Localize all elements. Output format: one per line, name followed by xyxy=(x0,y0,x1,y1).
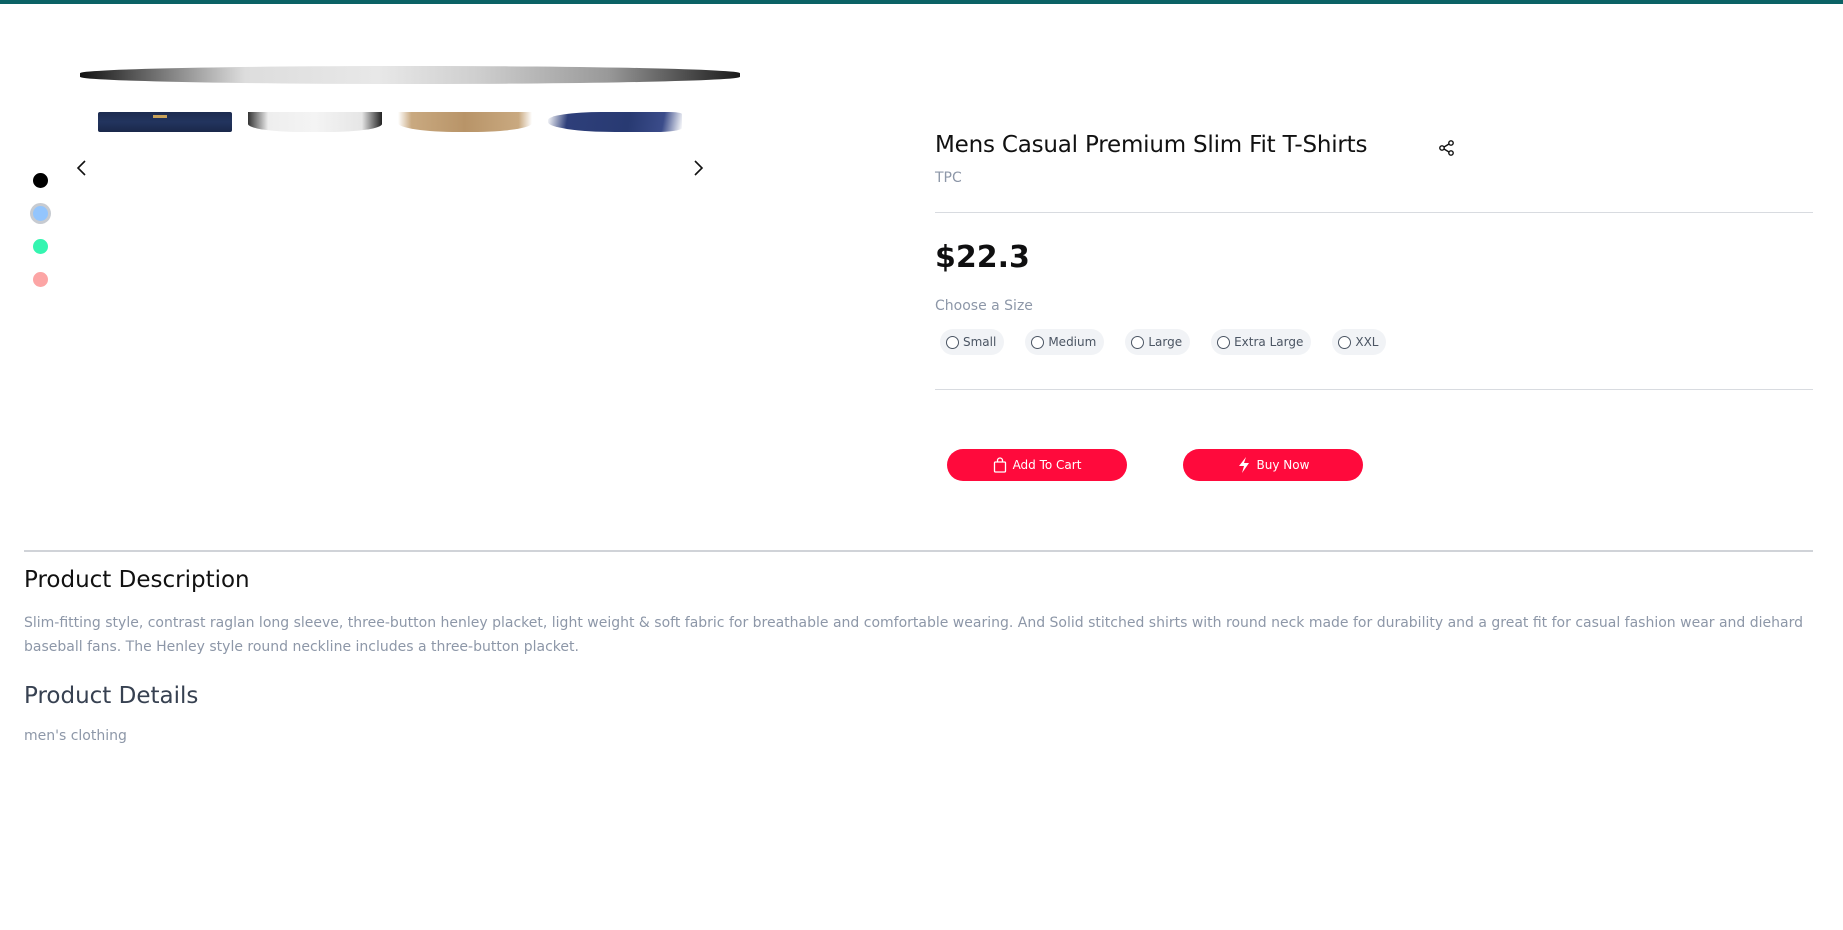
radio-button[interactable] xyxy=(1338,335,1352,349)
size-option-label: Small xyxy=(963,335,997,349)
size-option-extra-large[interactable]: Extra Large xyxy=(1211,329,1312,355)
thumbnail-image[interactable] xyxy=(548,112,682,132)
add-to-cart-button[interactable]: Add To Cart xyxy=(947,449,1127,481)
thumbnail-strip xyxy=(98,112,682,132)
color-swatch-blue[interactable] xyxy=(33,206,48,221)
radio-button[interactable] xyxy=(1131,335,1145,349)
divider xyxy=(935,389,1813,390)
chevron-left-icon xyxy=(76,160,86,176)
size-option-label: Large xyxy=(1148,335,1183,349)
radio-button[interactable] xyxy=(1217,335,1231,349)
size-option-small[interactable]: Small xyxy=(940,329,1005,355)
lightning-icon xyxy=(1238,457,1249,473)
size-option-medium[interactable]: Medium xyxy=(1025,329,1105,355)
share-icon xyxy=(1439,140,1454,156)
description-text: Slim-fitting style, contrast raglan long… xyxy=(24,615,1804,655)
size-option-xxl[interactable]: XXL xyxy=(1332,329,1387,355)
product-category: men's clothing xyxy=(24,728,127,744)
color-swatch-green[interactable] xyxy=(33,239,48,254)
buy-now-label: Buy Now xyxy=(1256,458,1310,472)
size-option-label: Medium xyxy=(1048,335,1097,349)
shopping-bag-icon xyxy=(993,457,1006,473)
buy-now-button[interactable]: Buy Now xyxy=(1183,449,1363,481)
size-option-large[interactable]: Large xyxy=(1125,329,1191,355)
radio-button[interactable] xyxy=(1031,335,1045,349)
product-main-image xyxy=(80,66,740,84)
size-option-label: Extra Large xyxy=(1234,335,1304,349)
thumbnail-image[interactable] xyxy=(398,112,532,132)
color-swatch-pink[interactable] xyxy=(33,272,48,287)
divider xyxy=(935,212,1813,213)
color-swatch-black[interactable] xyxy=(33,173,48,188)
thumbnail-image[interactable] xyxy=(98,112,232,132)
product-brand: TPC xyxy=(935,170,962,186)
details-heading: Product Details xyxy=(24,683,199,709)
share-button[interactable] xyxy=(1437,138,1457,158)
top-accent-bar xyxy=(0,0,1843,4)
gallery-next-button[interactable] xyxy=(686,156,710,180)
add-to-cart-label: Add To Cart xyxy=(1012,458,1082,472)
product-price: $22.3 xyxy=(935,240,1030,275)
product-title: Mens Casual Premium Slim Fit T-Shirts xyxy=(935,132,1368,158)
chevron-right-icon xyxy=(694,160,704,176)
size-option-label: XXL xyxy=(1355,335,1379,349)
size-options: Small Medium Large Extra Large XXL xyxy=(940,329,1387,355)
gallery-prev-button[interactable] xyxy=(70,156,94,180)
section-divider xyxy=(24,550,1813,552)
description-heading: Product Description xyxy=(24,567,250,593)
size-label: Choose a Size xyxy=(935,298,1033,314)
thumbnail-image[interactable] xyxy=(248,112,382,132)
radio-button[interactable] xyxy=(946,335,959,349)
color-swatches xyxy=(33,173,48,287)
